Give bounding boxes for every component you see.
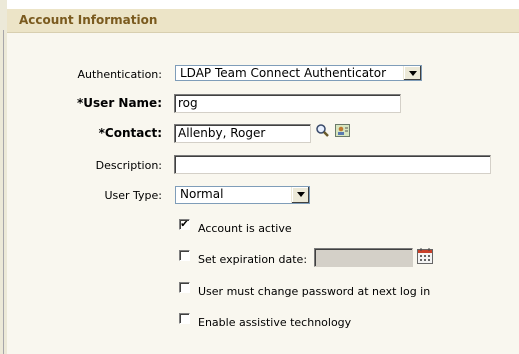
assistive-label: Enable assistive technology — [198, 316, 352, 329]
user-type-value: Normal — [180, 187, 224, 201]
left-strip — [0, 0, 7, 354]
panel-top-spacer — [7, 0, 519, 9]
user-type-select[interactable]: Normal — [175, 186, 310, 204]
user-type-label: User Type: — [104, 189, 162, 202]
left-divider — [3, 30, 4, 354]
user-name-input[interactable]: rog — [174, 94, 401, 113]
dropdown-arrow-icon[interactable] — [403, 66, 421, 80]
section-header: Account Information — [7, 9, 519, 33]
contact-label: *Contact: — [98, 126, 162, 140]
account-information-panel: Account Information Authentication: LDAP… — [7, 0, 519, 354]
assistive-checkbox[interactable] — [179, 313, 190, 324]
dropdown-arrow-icon[interactable] — [291, 187, 309, 203]
authentication-select[interactable]: LDAP Team Connect Authenticator — [175, 65, 422, 81]
section-title: Account Information — [19, 13, 158, 27]
account-active-label: Account is active — [198, 222, 292, 235]
account-active-checkbox[interactable]: ✔ — [179, 219, 190, 230]
description-input[interactable] — [174, 155, 491, 174]
expiration-date-input[interactable] — [314, 248, 413, 267]
authentication-label: Authentication: — [77, 68, 162, 81]
change-password-label: User must change password at next log in — [198, 285, 431, 298]
expiration-checkbox[interactable] — [179, 250, 190, 261]
calendar-icon[interactable] — [417, 247, 433, 264]
description-label: Description: — [95, 159, 162, 172]
authentication-value: LDAP Team Connect Authenticator — [180, 66, 387, 80]
expiration-label: Set expiration date: — [198, 253, 308, 266]
contact-input[interactable]: Allenby, Roger — [174, 124, 311, 143]
magnifier-icon[interactable] — [315, 123, 330, 138]
user-name-label: *User Name: — [77, 96, 162, 110]
contact-card-icon[interactable] — [335, 124, 350, 137]
change-password-checkbox[interactable] — [179, 282, 190, 293]
